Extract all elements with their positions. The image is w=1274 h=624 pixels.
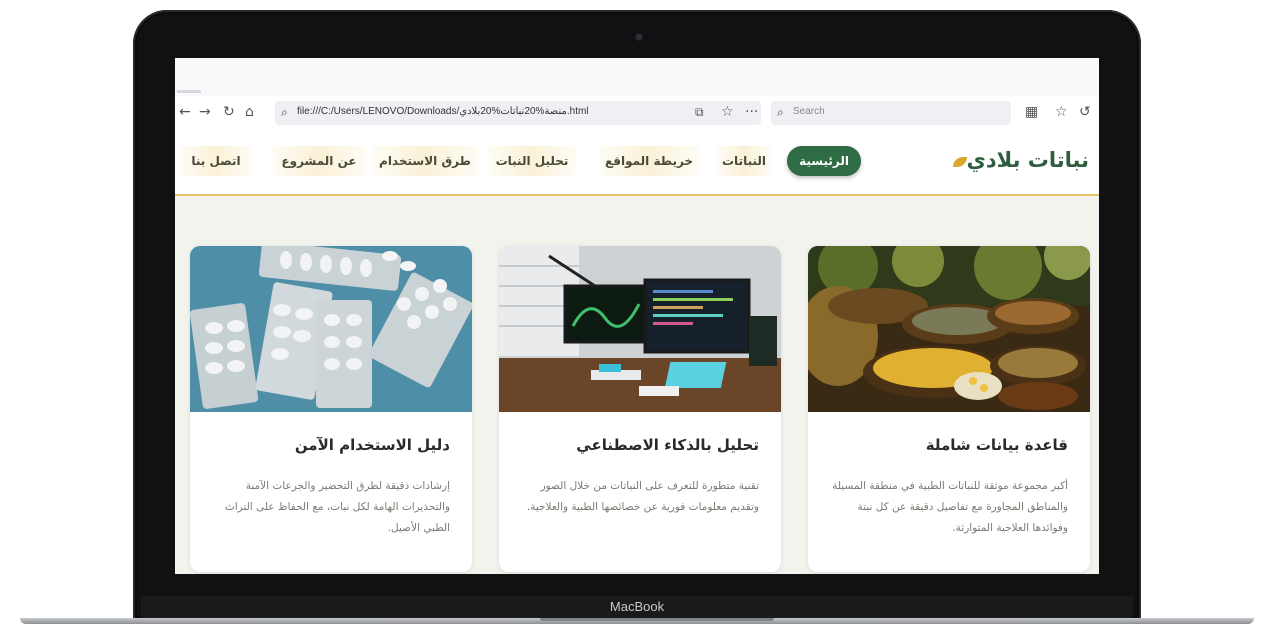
pills-photo <box>190 246 472 412</box>
feature-card-safe-usage[interactable]: دليل الاستخدام الآمن إرشادات دقيقة لطرق … <box>190 246 472 572</box>
more-icon[interactable]: ··· <box>745 104 758 120</box>
nav-contact[interactable]: اتصل بنا <box>179 146 253 176</box>
site-logo[interactable]: نباتات بلادي <box>951 148 1089 172</box>
nav-home[interactable]: الرئيسية <box>787 146 861 176</box>
back-arrow-icon[interactable]: ← <box>179 104 191 120</box>
computer-desk-photo <box>499 246 781 412</box>
browser-toolbar: ← → ↻ ⌂ ⌕ file:///C:/Users/LENOVO/Downlo… <box>175 96 1099 131</box>
brand-label: MacBook <box>609 599 665 614</box>
nav-label: الرئيسية <box>799 154 849 168</box>
site-page: نباتات بلادي الرئيسية النباتات خريطة الم… <box>175 130 1099 574</box>
search-icon: ⌕ <box>777 105 784 119</box>
browser-window: ← → ↻ ⌂ ⌕ file:///C:/Users/LENOVO/Downlo… <box>175 58 1099 574</box>
card-text: إرشادات دقيقة لطرق التحضير والجرعات الآم… <box>224 480 450 534</box>
share-icon[interactable]: ↺ <box>1079 104 1091 120</box>
feature-card-ai[interactable]: تحليل بالذكاء الاصطناعي تقنية متطورة للت… <box>499 246 781 572</box>
herbs-photo <box>808 246 1090 412</box>
forward-arrow-icon[interactable]: → <box>199 104 211 120</box>
card-title: تحليل بالذكاء الاصطناعي <box>576 436 759 454</box>
nav-about[interactable]: عن المشروع <box>271 146 367 176</box>
nav-plants[interactable]: النباتات <box>717 146 771 176</box>
nav-label: تحليل النبات <box>495 154 569 168</box>
card-title: دليل الاستخدام الآمن <box>294 436 450 454</box>
logo-text: نباتات بلادي <box>966 148 1089 172</box>
search-placeholder: Search <box>793 106 825 117</box>
tab-strip <box>175 58 1099 96</box>
translate-icon[interactable]: ⧉ <box>695 104 704 120</box>
card-text: أكبر مجموعة موثقة للنباتات الطبية في منط… <box>832 480 1068 534</box>
search-icon: ⌕ <box>281 105 288 119</box>
nav-label: النباتات <box>722 154 766 168</box>
laptop-base <box>20 618 1254 624</box>
nav-label: عن المشروع <box>281 154 357 168</box>
leaf-icon <box>952 157 967 167</box>
reload-icon[interactable]: ↻ <box>223 104 235 120</box>
nav-plant-analysis[interactable]: تحليل النبات <box>487 146 577 176</box>
home-icon[interactable]: ⌂ <box>245 104 254 120</box>
nav-usage-methods[interactable]: طرق الاستخدام <box>371 146 479 176</box>
card-text: تقنية متطورة للتعرف على النباتات من خلال… <box>526 480 759 513</box>
favorites-icon[interactable]: ☆ <box>1055 104 1068 120</box>
laptop-base-notch <box>540 618 774 621</box>
address-bar[interactable]: ⌕ file:///C:/Users/LENOVO/Downloads/منصة… <box>275 101 761 125</box>
star-icon[interactable]: ☆ <box>721 104 734 120</box>
site-header: نباتات بلادي الرئيسية النباتات خريطة الم… <box>175 130 1099 196</box>
nav-sites-map[interactable]: خريطة المواقع <box>599 146 699 176</box>
nav-label: خريطة المواقع <box>604 154 694 168</box>
extensions-icon[interactable]: ▦ <box>1025 104 1038 120</box>
url-text: file:///C:/Users/LENOVO/Downloads/منصة%2… <box>297 106 589 117</box>
nav-label: اتصل بنا <box>191 154 241 168</box>
active-tab-indicator <box>177 90 201 93</box>
nav-label: طرق الاستخدام <box>379 154 471 168</box>
feature-card-database[interactable]: قاعدة بيانات شاملة أكبر مجموعة موثقة للن… <box>808 246 1090 572</box>
search-bar[interactable]: ⌕ Search <box>771 101 1011 125</box>
webcam <box>636 34 642 40</box>
laptop-chin: MacBook <box>141 596 1133 620</box>
card-title: قاعدة بيانات شاملة <box>925 436 1068 454</box>
